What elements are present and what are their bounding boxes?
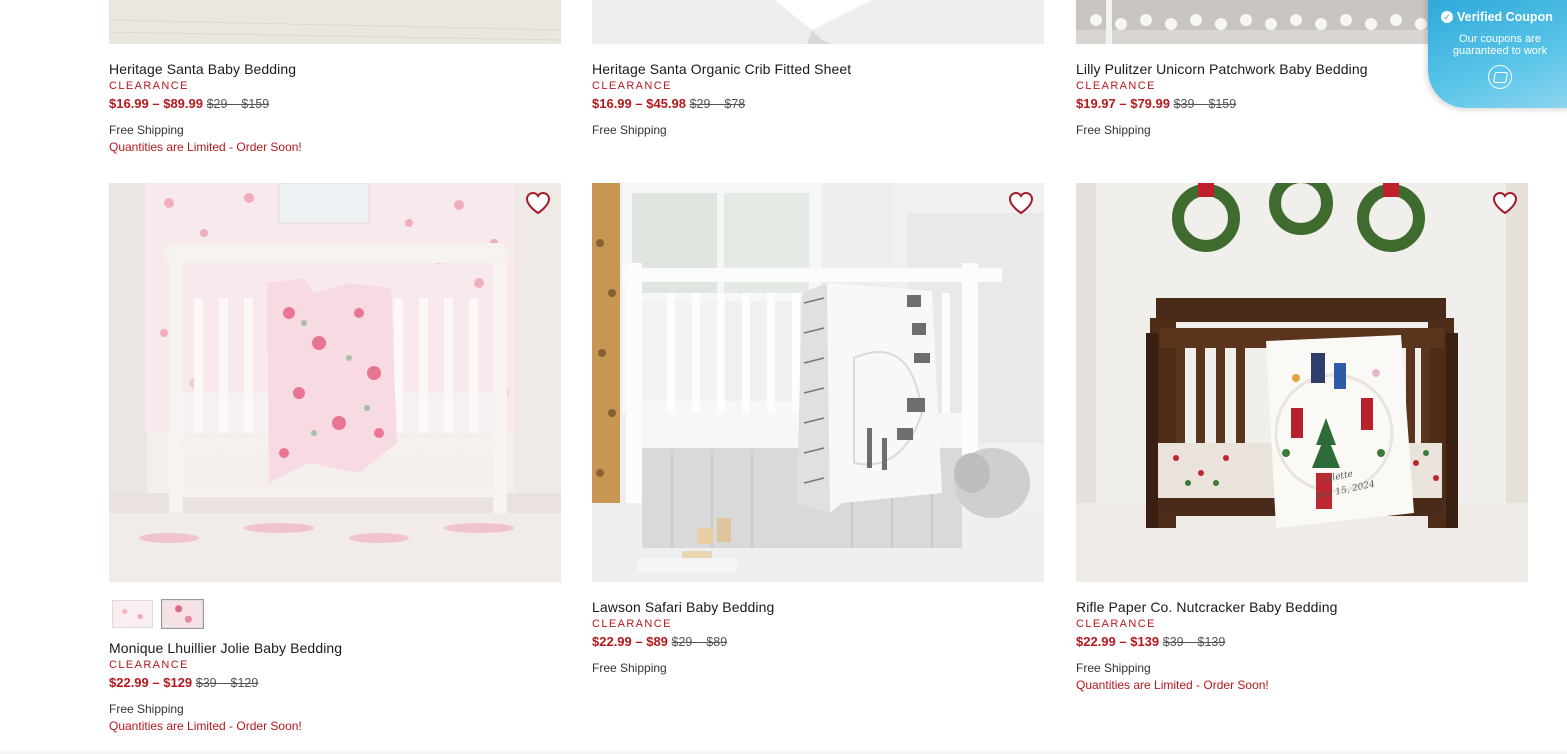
coupon-header: ✓ Verified Coupon — [1441, 10, 1553, 24]
original-price: $39 – $129 — [195, 676, 259, 690]
original-price: $29 – $89 — [671, 635, 728, 649]
limited-note: Quantities are Limited - Order Soon! — [109, 140, 302, 154]
original-price: $29 – $159 — [206, 97, 270, 111]
original-price: $39 – $139 — [1162, 635, 1226, 649]
limited-note: Quantities are Limited - Order Soon! — [1076, 678, 1269, 692]
check-icon: ✓ — [1441, 11, 1453, 23]
original-price: $29 – $78 — [689, 97, 746, 111]
product-card[interactable]: Colette Dec 15, 2024 Rifle Paper Co. Nut… — [1076, 183, 1528, 693]
sale-price: $22.99 – $139 — [1076, 634, 1160, 649]
shipping-note: Free Shipping — [109, 123, 184, 137]
price: $16.99 – $89.99 $29 – $159 — [109, 96, 561, 112]
price: $22.99 – $139 $39 – $139 — [1076, 634, 1528, 650]
sale-price: $16.99 – $89.99 — [109, 96, 203, 111]
clearance-badge: CLEARANCE — [109, 659, 189, 671]
clearance-badge: CLEARANCE — [592, 80, 672, 92]
coupon-title: Verified Coupon — [1457, 10, 1553, 24]
shipping-note: Free Shipping — [592, 661, 667, 675]
coupon-subtitle: Our coupons are guaranteed to work — [1452, 33, 1548, 57]
sale-price: $22.99 – $89 — [592, 634, 668, 649]
verified-coupon-widget[interactable]: ✓ Verified Coupon Our coupons are guaran… — [1428, 0, 1567, 108]
product-title[interactable]: Heritage Santa Baby Bedding — [109, 61, 561, 78]
sale-price: $22.99 – $129 — [109, 675, 193, 690]
clearance-badge: CLEARANCE — [1076, 618, 1156, 630]
original-price: $39 – $159 — [1173, 97, 1237, 111]
clearance-badge: CLEARANCE — [592, 618, 672, 630]
shipping-note: Free Shipping — [592, 123, 667, 137]
product-title[interactable]: Lawson Safari Baby Bedding — [592, 599, 1044, 616]
product-image[interactable]: Colette Dec 15, 2024 — [1076, 183, 1528, 582]
color-swatches — [112, 599, 561, 629]
product-grid: Heritage Santa Baby Bedding CLEARANCE $1… — [109, 0, 1529, 754]
limited-note: Quantities are Limited - Order Soon! — [109, 719, 302, 733]
product-image[interactable] — [109, 183, 561, 582]
heart-icon[interactable] — [1492, 191, 1518, 215]
product-card[interactable]: Heritage Santa Baby Bedding CLEARANCE $1… — [109, 0, 561, 155]
clearance-badge: CLEARANCE — [109, 80, 189, 92]
page-bottom-edge — [0, 748, 1567, 754]
price: $16.99 – $45.98 $29 – $78 — [592, 96, 1044, 112]
swatch-pink-floral-light[interactable] — [112, 600, 153, 628]
price: $22.99 – $129 $39 – $129 — [109, 675, 561, 691]
product-title[interactable]: Heritage Santa Organic Crib Fitted Sheet — [592, 61, 1044, 78]
product-image[interactable] — [592, 183, 1044, 582]
shipping-note: Free Shipping — [1076, 123, 1151, 137]
product-card[interactable]: Heritage Santa Organic Crib Fitted Sheet… — [592, 0, 1044, 138]
product-card[interactable]: Monique Lhuillier Jolie Baby Bedding CLE… — [109, 183, 561, 734]
swatch-pink-floral-dark[interactable] — [161, 599, 204, 629]
price: $22.99 – $89 $29 – $89 — [592, 634, 1044, 650]
shipping-note: Free Shipping — [1076, 661, 1151, 675]
heart-icon[interactable] — [525, 191, 551, 215]
product-title[interactable]: Monique Lhuillier Jolie Baby Bedding — [109, 640, 561, 657]
sale-price: $19.97 – $79.99 — [1076, 96, 1170, 111]
heart-icon[interactable] — [1008, 191, 1034, 215]
sale-price: $16.99 – $45.98 — [592, 96, 686, 111]
product-image[interactable] — [592, 0, 1044, 44]
product-card[interactable]: Lawson Safari Baby Bedding CLEARANCE $22… — [592, 183, 1044, 676]
product-image[interactable] — [109, 0, 561, 44]
shipping-note: Free Shipping — [109, 702, 184, 716]
coupon-logo-icon[interactable] — [1488, 65, 1512, 89]
product-title[interactable]: Rifle Paper Co. Nutcracker Baby Bedding — [1076, 599, 1528, 616]
